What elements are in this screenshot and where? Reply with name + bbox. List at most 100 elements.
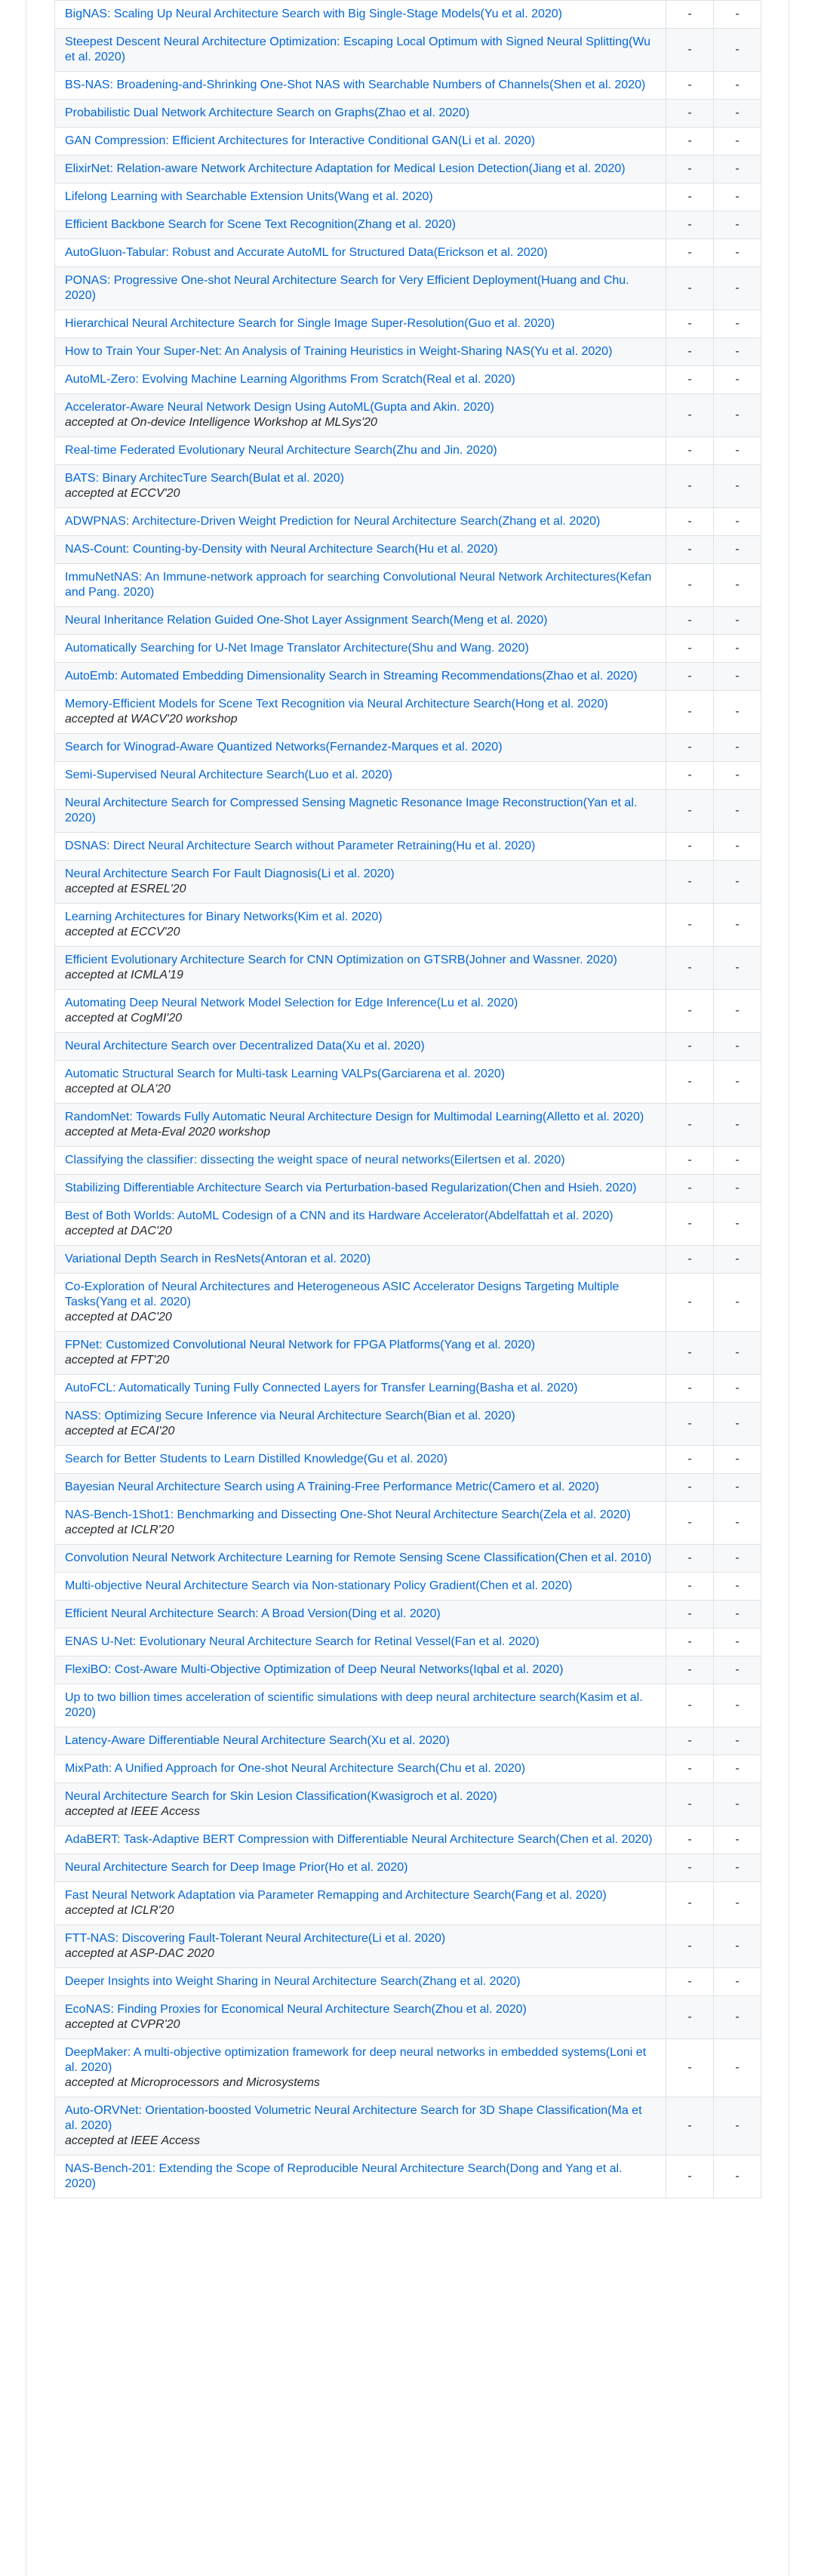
paper-title-link[interactable]: FPNet: Customized Convolutional Neural N… [65,1339,535,1351]
paper-title-link[interactable]: NAS-Bench-201: Extending the Scope of Re… [65,2162,623,2190]
paper-cell: Co-Exploration of Neural Architectures a… [54,1273,666,1332]
paper-title-link[interactable]: Learning Architectures for Binary Networ… [65,911,383,923]
paper-title-link[interactable]: Auto-ORVNet: Orientation-boosted Volumet… [65,2104,642,2132]
paper-title-link[interactable]: Best of Both Worlds: AutoML Codesign of … [65,1209,614,1222]
flag-cell-a: - [666,1826,714,1854]
paper-title-link[interactable]: Steepest Descent Neural Architecture Opt… [65,35,650,63]
paper-title-link[interactable]: FTT-NAS: Discovering Fault-Tolerant Neur… [65,1932,445,1945]
paper-title-link[interactable]: PONAS: Progressive One-shot Neural Archi… [65,274,629,302]
paper-venue-note: accepted at OLA'20 [65,1083,171,1095]
paper-venue-note: accepted at IEEE Access [65,1805,201,1818]
paper-title-link[interactable]: Neural Architecture Search for Compresse… [65,797,637,824]
flag-cell-a: - [666,2097,714,2155]
flag-cell-a: - [666,99,714,128]
paper-title-link[interactable]: Memory-Efficient Models for Scene Text R… [65,698,608,710]
flag-cell-b: - [713,28,761,72]
paper-title-link[interactable]: NAS-Bench-1Shot1: Benchmarking and Disse… [65,1508,631,1521]
paper-title-link[interactable]: MixPath: A Unified Approach for One-shot… [65,1762,525,1775]
paper-title-link[interactable]: Semi-Supervised Neural Architecture Sear… [65,769,392,781]
table-row: Neural Architecture Search for Skin Lesi… [54,1783,761,1826]
flag-cell-a: - [666,183,714,211]
paper-venue-note: accepted at ASP-DAC 2020 [65,1947,214,1960]
paper-title-link[interactable]: Neural Architecture Search over Decentra… [65,1040,425,1052]
paper-title-link[interactable]: Neural Architecture Search For Fault Dia… [65,867,395,880]
flag-cell-a: - [666,1783,714,1826]
paper-title-link[interactable]: Neural Architecture Search for Skin Lesi… [65,1790,497,1803]
paper-title-link[interactable]: Up to two billion times acceleration of … [65,1691,643,1719]
paper-title-link[interactable]: NASS: Optimizing Secure Inference via Ne… [65,1410,515,1422]
flag-cell-a: - [666,1103,714,1147]
paper-title-link[interactable]: ENAS U-Net: Evolutionary Neural Architec… [65,1635,540,1648]
paper-title-link[interactable]: NAS-Count: Counting-by-Density with Neur… [65,543,498,556]
paper-title-link[interactable]: Accelerator-Aware Neural Network Design … [65,401,494,414]
paper-title-link[interactable]: Efficient Evolutionary Architecture Sear… [65,954,617,966]
paper-title-link[interactable]: AutoFCL: Automatically Tuning Fully Conn… [65,1382,577,1394]
table-row: Automating Deep Neural Network Model Sel… [54,989,761,1033]
paper-title-link[interactable]: ElixirNet: Relation-aware Network Archit… [65,162,626,175]
table-row: Efficient Backbone Search for Scene Text… [54,211,761,239]
paper-title-link[interactable]: Automatically Searching for U-Net Image … [65,642,529,655]
table-row: Best of Both Worlds: AutoML Codesign of … [54,1202,761,1246]
paper-title-link[interactable]: Efficient Backbone Search for Scene Text… [65,218,456,231]
table-row: Neural Architecture Search For Fault Dia… [54,860,761,904]
paper-cell: Real-time Federated Evolutionary Neural … [54,436,666,465]
paper-title-link[interactable]: Search for Better Students to Learn Dist… [65,1453,447,1465]
paper-title-link[interactable]: DeepMaker: A multi-objective optimizatio… [65,2046,646,2074]
paper-title-link[interactable]: AutoGluon-Tabular: Robust and Accurate A… [65,246,548,259]
paper-title-link[interactable]: Hierarchical Neural Architecture Search … [65,317,555,330]
flag-cell-b: - [713,1826,761,1854]
paper-title-link[interactable]: Variational Depth Search in ResNets(Anto… [65,1253,371,1265]
paper-title-link[interactable]: Neural Architecture Search for Deep Imag… [65,1861,408,1874]
paper-title-link[interactable]: BS-NAS: Broadening-and-Shrinking One-Sho… [65,79,645,91]
paper-title-link[interactable]: ImmuNetNAS: An Immune-network approach f… [65,571,651,599]
paper-cell: Search for Winograd-Aware Quantized Netw… [54,733,666,762]
paper-title-link[interactable]: Classifying the classifier: dissecting t… [65,1154,565,1166]
flag-cell-b: - [713,310,761,338]
table-row: Neural Architecture Search for Compresse… [54,789,761,833]
paper-title-link[interactable]: Efficient Neural Architecture Search: A … [65,1607,441,1620]
paper-cell: Probabilistic Dual Network Architecture … [54,99,666,128]
paper-title-link[interactable]: Latency-Aware Differentiable Neural Arch… [65,1734,450,1747]
paper-title-link[interactable]: Neural Inheritance Relation Guided One-S… [65,614,547,627]
flag-cell-b: - [713,761,761,790]
paper-title-link[interactable]: EcoNAS: Finding Proxies for Economical N… [65,2003,527,2016]
paper-title-link[interactable]: Real-time Federated Evolutionary Neural … [65,444,497,457]
paper-title-link[interactable]: BATS: Binary ArchitecTure Search(Bulat e… [65,472,344,485]
flag-cell-b: - [713,662,761,691]
paper-title-link[interactable]: Probabilistic Dual Network Architecture … [65,106,469,119]
paper-title-link[interactable]: DSNAS: Direct Neural Architecture Search… [65,840,535,852]
paper-title-link[interactable]: ADWPNAS: Architecture-Driven Weight Pred… [65,515,600,528]
paper-title-link[interactable]: Co-Exploration of Neural Architectures a… [65,1280,619,1308]
paper-cell: AutoGluon-Tabular: Robust and Accurate A… [54,239,666,267]
paper-title-link[interactable]: BigNAS: Scaling Up Neural Architecture S… [65,8,562,20]
paper-title-link[interactable]: RandomNet: Towards Fully Automatic Neura… [65,1111,644,1123]
paper-title-link[interactable]: FlexiBO: Cost-Aware Multi-Objective Opti… [65,1663,563,1676]
paper-cell: Lifelong Learning with Searchable Extens… [54,183,666,211]
paper-venue-note: accepted at On-device Intelligence Works… [65,416,377,429]
paper-cell: Automatically Searching for U-Net Image … [54,634,666,663]
paper-title-link[interactable]: Bayesian Neural Architecture Search usin… [65,1481,599,1493]
paper-title-link[interactable]: AutoML-Zero: Evolving Machine Learning A… [65,373,515,386]
flag-cell-a: - [666,1572,714,1601]
paper-title-link[interactable]: Stabilizing Differentiable Architecture … [65,1182,636,1194]
flag-cell-a: - [666,1881,714,1925]
flag-cell-a: - [666,1924,714,1968]
table-row: BATS: Binary ArchitecTure Search(Bulat e… [54,464,761,508]
paper-venue-note: accepted at ECCV'20 [65,926,180,938]
paper-title-link[interactable]: Multi-objective Neural Architecture Sear… [65,1579,572,1592]
paper-venue-note: accepted at IEEE Access [65,2134,201,2147]
paper-title-link[interactable]: How to Train Your Super-Net: An Analysis… [65,345,612,358]
paper-title-link[interactable]: Convolution Neural Network Architecture … [65,1551,651,1564]
paper-title-link[interactable]: Lifelong Learning with Searchable Extens… [65,190,433,203]
paper-title-link[interactable]: Automating Deep Neural Network Model Sel… [65,997,518,1009]
paper-title-link[interactable]: Fast Neural Network Adaptation via Param… [65,1889,607,1902]
paper-title-link[interactable]: Search for Winograd-Aware Quantized Netw… [65,741,503,753]
flag-cell-a: - [666,662,714,691]
paper-cell: AutoFCL: Automatically Tuning Fully Conn… [54,1374,666,1403]
paper-title-link[interactable]: GAN Compression: Efficient Architectures… [65,134,535,147]
paper-title-link[interactable]: AdaBERT: Task-Adaptive BERT Compression … [65,1833,652,1846]
paper-title-link[interactable]: Deeper Insights into Weight Sharing in N… [65,1975,521,1988]
flag-cell-a: - [666,860,714,904]
paper-title-link[interactable]: Automatic Structural Search for Multi-ta… [65,1068,505,1080]
paper-title-link[interactable]: AutoEmb: Automated Embedding Dimensional… [65,670,638,683]
